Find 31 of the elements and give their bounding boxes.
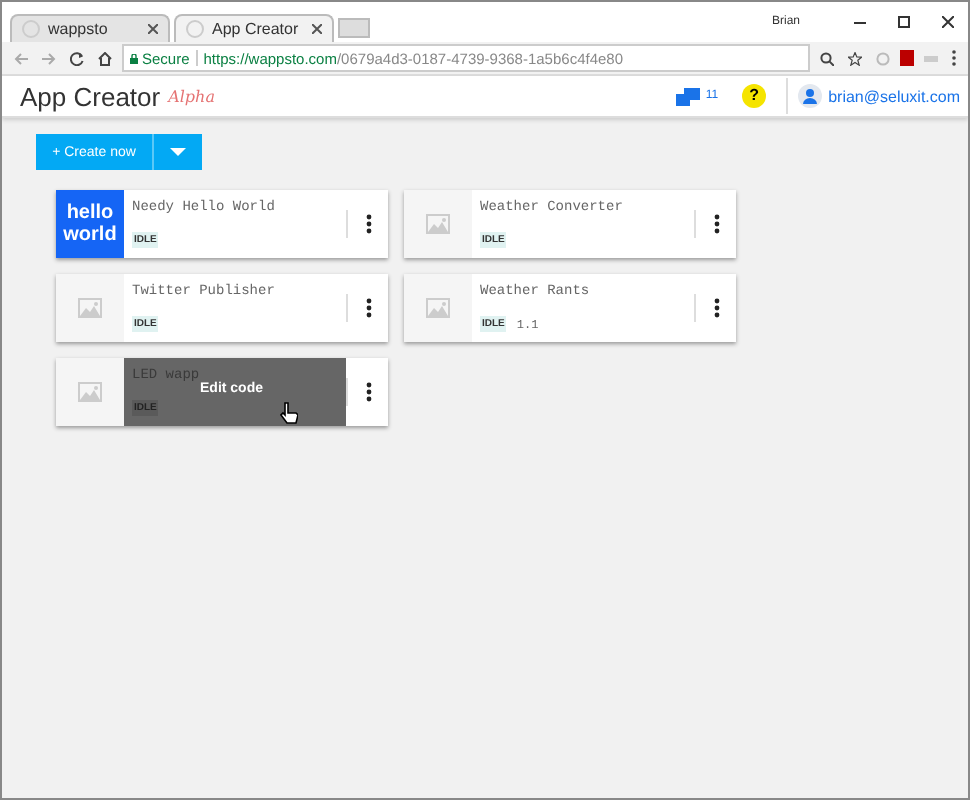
image-placeholder-icon [426,298,450,318]
alpha-label: Alpha [168,87,215,105]
dropdown-button[interactable] [152,134,202,170]
image-placeholder-icon [426,214,450,234]
minimize-icon[interactable] [854,16,866,28]
close-tab-icon[interactable] [148,24,158,34]
app-title: App Creator [20,81,161,111]
user-icon [798,84,823,108]
more-icon [365,214,371,234]
more-icon [365,382,371,402]
zoom-icon[interactable] [820,51,834,65]
maximize-icon[interactable] [898,16,910,28]
hand-cursor-icon [280,402,298,424]
browser-tab[interactable]: wappsto [10,14,170,42]
reload-icon[interactable] [70,51,84,65]
notification-icon[interactable] [675,87,700,105]
home-icon[interactable] [98,51,112,65]
image-placeholder-icon [78,382,102,402]
close-icon[interactable] [942,16,954,28]
close-tab-icon[interactable] [312,24,322,34]
user-email[interactable]: brian@seluxit.com [828,87,960,105]
more-icon [365,298,371,318]
app-logo: hello world [56,190,124,258]
image-placeholder-icon [78,298,102,318]
star-icon[interactable] [848,51,862,65]
more-icon [713,298,719,318]
help-button[interactable]: ? [742,84,767,108]
more-icon [713,214,719,234]
caret-icon [170,148,186,156]
browser-tab[interactable]: App Creator [174,14,334,42]
lock-icon [130,53,138,63]
